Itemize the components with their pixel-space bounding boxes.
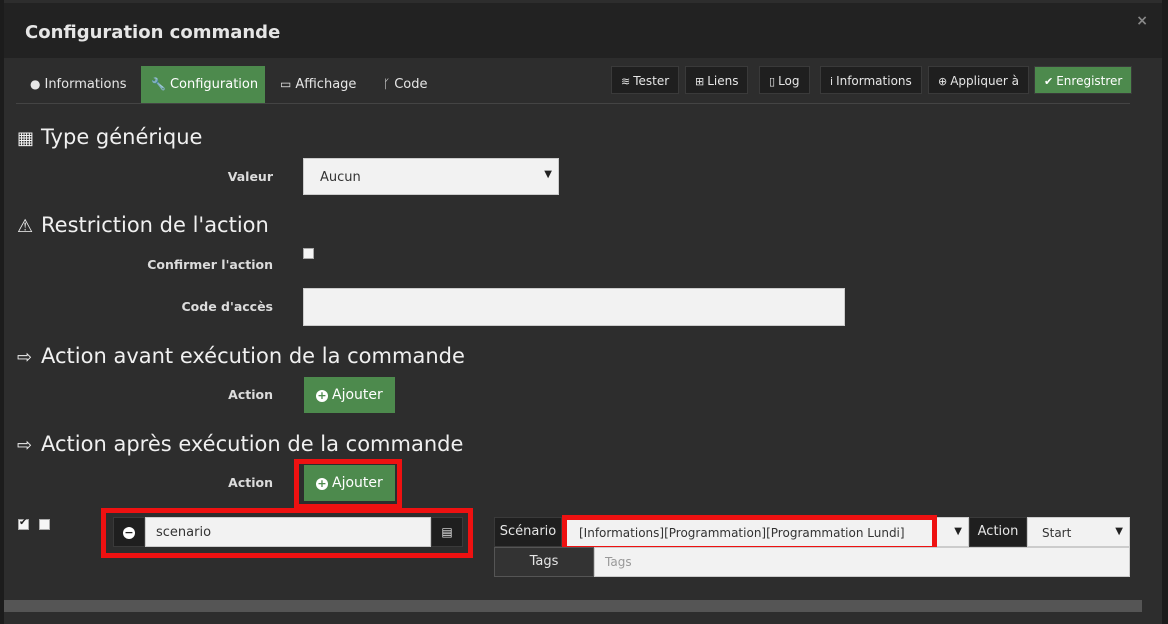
wrench-icon: 🔧 <box>151 77 166 91</box>
rss-icon: ≋ <box>621 75 631 88</box>
caret-down-icon: ▼ <box>544 169 552 180</box>
tester-label: Tester <box>633 74 670 88</box>
restriction-heading: Restriction de l'action <box>41 213 269 237</box>
check-circle-icon: ✔ <box>1044 75 1054 88</box>
command-value: scenario <box>156 525 212 540</box>
sign-out-icon: ⇨ <box>17 347 33 368</box>
sitemap-icon: ⊞ <box>695 75 705 88</box>
code-acces-label: Code d'accès <box>181 299 274 314</box>
confirmer-checkbox[interactable] <box>303 248 314 259</box>
action-selected: Start <box>1042 526 1072 540</box>
action-label-addon: Action <box>969 517 1027 547</box>
desktop-icon: ▭ <box>280 77 292 91</box>
informations-label: Informations <box>836 74 912 88</box>
tab-informations-label: Informations <box>44 77 127 92</box>
code-fork-icon: ᚴ <box>383 77 391 91</box>
plus-circle-icon: + <box>316 477 328 490</box>
remove-action-button[interactable]: − <box>113 517 145 547</box>
ajouter-avant-button[interactable]: + Ajouter <box>304 377 395 413</box>
tab-configuration-label: Configuration <box>169 77 259 92</box>
confirmer-label: Confirmer l'action <box>147 257 273 272</box>
tab-code[interactable]: ᚴ Code <box>373 66 437 103</box>
highlight-scenario <box>562 515 937 551</box>
scenario-label-addon: Scénario <box>494 517 562 547</box>
tags-label-addon: Tags <box>494 547 594 577</box>
configuration-modal: Configuration commande × ● Informations 🔧… <box>0 0 1168 624</box>
info-icon: i <box>830 75 834 88</box>
type-generique-heading: Type générique <box>41 125 203 149</box>
section-restriction: ⚠ Restriction de l'action <box>17 213 269 237</box>
appliquer-button[interactable]: ⊕ Appliquer à <box>928 66 1030 94</box>
tab-divider <box>16 103 1130 104</box>
tab-code-label: Code <box>394 77 428 92</box>
ajouter-avant-label: Ajouter <box>332 387 383 403</box>
modal-footer <box>4 612 1162 624</box>
tags-input[interactable]: Tags <box>594 547 1130 577</box>
valeur-label: Valeur <box>227 169 273 184</box>
right-edge <box>1162 0 1168 624</box>
log-label: Log <box>778 74 800 88</box>
list-alt-icon: ▤ <box>441 525 453 539</box>
liens-button[interactable]: ⊞ Liens <box>685 66 749 94</box>
left-edge <box>0 0 4 624</box>
tags-placeholder: Tags <box>605 555 632 569</box>
section-type-generique: ▦ Type générique <box>17 125 202 149</box>
scenario-label: Scénario <box>499 524 557 539</box>
action-select[interactable]: Start ▼ <box>1027 517 1130 547</box>
liens-label: Liens <box>707 74 739 88</box>
enregistrer-label: Enregistrer <box>1056 74 1123 88</box>
tags-label: Tags <box>529 554 559 569</box>
enable-checkbox[interactable] <box>18 517 29 530</box>
informations-button[interactable]: i Informations <box>820 66 922 94</box>
enregistrer-button[interactable]: ✔ Enregistrer <box>1034 66 1133 94</box>
tab-affichage-label: Affichage <box>295 77 357 92</box>
plus-circle-icon: + <box>316 389 328 402</box>
section-action-avant: ⇨ Action avant exécution de la commande <box>17 344 465 368</box>
caret-down-icon: ▼ <box>1115 526 1123 537</box>
valeur-selected: Aucun <box>320 170 361 185</box>
command-input[interactable]: scenario <box>145 517 431 547</box>
valeur-select[interactable]: Aucun ▼ <box>303 158 559 195</box>
modal-title: Configuration commande <box>25 22 281 43</box>
tab-configuration[interactable]: 🔧 Configuration <box>141 66 265 103</box>
warning-icon: ⚠ <box>17 216 34 237</box>
info-circle-icon: ● <box>30 77 41 91</box>
code-acces-input[interactable] <box>303 288 845 326</box>
action-apres-heading: Action après exécution de la commande <box>41 432 464 456</box>
tab-affichage[interactable]: ▭ Affichage <box>270 66 366 103</box>
action-apres-label: Action <box>228 475 273 490</box>
row-action-label: Action <box>977 524 1019 539</box>
minus-circle-icon: − <box>123 526 135 539</box>
appliquer-label: Appliquer à <box>950 74 1020 88</box>
action-avant-heading: Action avant exécution de la commande <box>41 344 465 368</box>
horizontal-scrollbar[interactable] <box>4 600 1142 612</box>
background-checkbox[interactable] <box>39 519 50 530</box>
close-icon[interactable]: × <box>1136 13 1148 29</box>
file-icon: ▯ <box>769 75 776 88</box>
tester-button[interactable]: ≋ Tester <box>611 66 680 94</box>
log-button[interactable]: ▯ Log <box>759 66 810 94</box>
section-action-apres: ⇨ Action après exécution de la commande <box>17 432 463 456</box>
tab-informations[interactable]: ● Informations <box>20 66 137 103</box>
select-command-button[interactable]: ▤ <box>431 517 463 547</box>
ajouter-apres-label: Ajouter <box>332 475 383 491</box>
building-icon: ▦ <box>17 128 35 149</box>
sign-out-icon: ⇨ <box>17 435 33 456</box>
modal-titlebar: Configuration commande × <box>4 3 1162 58</box>
plus-circle-icon: ⊕ <box>938 75 948 88</box>
action-avant-label: Action <box>228 387 273 402</box>
caret-down-icon: ▼ <box>954 526 962 537</box>
ajouter-apres-button[interactable]: + Ajouter <box>304 465 395 501</box>
